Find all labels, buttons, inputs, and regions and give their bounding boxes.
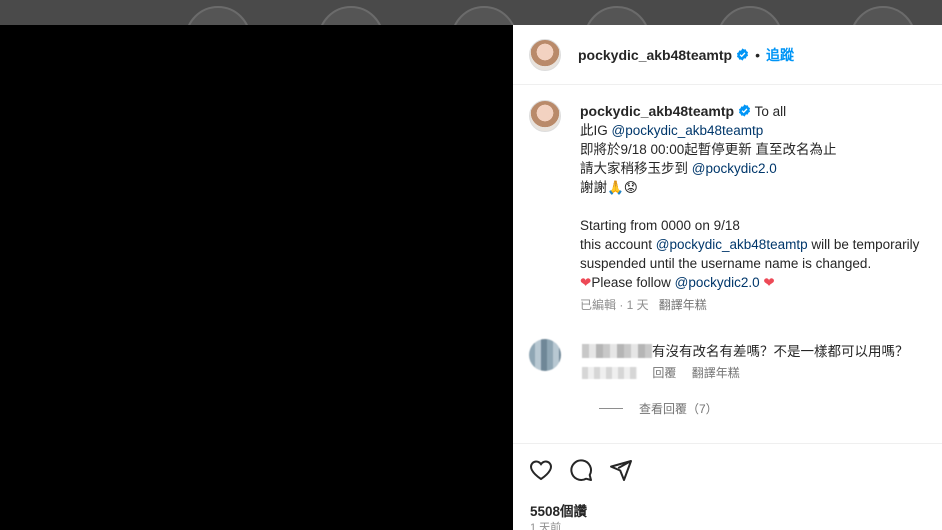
verified-badge-icon — [737, 48, 749, 61]
caption-line: 請大家稍移玉步到 — [580, 161, 692, 176]
reply-button[interactable]: 回覆 — [652, 366, 676, 380]
caption-text: pockydic_akb48teamtp To all 此IG @pockydi… — [580, 102, 930, 315]
action-icons — [529, 458, 633, 482]
caption-line: 此IG — [580, 123, 612, 138]
comment-username[interactable] — [582, 344, 652, 358]
story-thumbnail — [717, 6, 783, 25]
comment-icon[interactable] — [569, 458, 593, 482]
view-replies-button[interactable]: 查看回覆（7） — [599, 400, 718, 417]
verified-badge-icon — [739, 104, 751, 117]
mention-link[interactable]: @pockydic2.0 — [692, 161, 777, 176]
view-replies-label: 查看回覆（7） — [639, 402, 718, 416]
caption-line: will be temporarily — [807, 237, 920, 252]
heart-emoji: ❤ — [763, 275, 775, 290]
background-feed-strip — [0, 0, 942, 25]
story-thumbnail — [850, 6, 916, 25]
follow-button[interactable]: 追蹤 — [766, 45, 794, 65]
mention-link[interactable]: @pockydic2.0 — [675, 275, 760, 290]
edited-label: 已編輯 · 1 天 — [580, 298, 649, 312]
story-thumbnail — [584, 6, 650, 25]
mention-link[interactable]: @pockydic_akb48teamtp — [656, 237, 808, 252]
avatar[interactable] — [529, 339, 561, 371]
translate-button[interactable]: 翻譯年糕 — [659, 298, 707, 312]
like-count[interactable]: 5508個讚 — [530, 500, 587, 520]
caption-line: this account — [580, 237, 656, 252]
caption-line: Starting from 0000 on 9/18 — [580, 218, 740, 233]
action-bar: 5508個讚 1 天前 — [513, 443, 942, 530]
comment-time — [582, 367, 637, 379]
avatar[interactable] — [529, 38, 561, 71]
post-side-panel: pockydic_akb48teamtp • 追蹤 pockydic_akb48… — [513, 25, 942, 530]
story-thumbnail — [318, 6, 384, 25]
translate-button[interactable]: 翻譯年糕 — [692, 366, 740, 380]
caption-line: To all — [751, 104, 787, 119]
heart-emoji: ❤ — [580, 275, 592, 290]
avatar[interactable] — [529, 100, 561, 132]
emoji: 🙏😟 — [607, 180, 638, 195]
share-icon[interactable] — [609, 458, 633, 482]
comment-body: 有沒有改名有差嗎？不是一樣都可以用嗎？ — [652, 344, 909, 359]
username-link[interactable]: pockydic_akb48teamtp — [578, 47, 732, 63]
caption-line: 謝謝 — [580, 180, 607, 195]
post-header: pockydic_akb48teamtp • 追蹤 — [513, 25, 942, 85]
caption-username[interactable]: pockydic_akb48teamtp — [580, 103, 734, 119]
caption-meta: 已編輯 · 1 天翻譯年糕 — [580, 296, 930, 315]
story-thumbnail — [185, 6, 251, 25]
caption-line: 即將於9/18 00:00起暫停更新 直至改名為止 — [580, 142, 837, 157]
post-media[interactable] — [0, 25, 513, 530]
caption-line: Please follow — [591, 275, 675, 290]
comment-text: 有沒有改名有差嗎？不是一樣都可以用嗎？ — [582, 340, 909, 360]
story-thumbnail — [451, 6, 517, 25]
caption-line: suspended until the username name is cha… — [580, 256, 872, 271]
post-time: 1 天前 — [530, 522, 562, 530]
mention-link[interactable]: @pockydic_akb48teamtp — [612, 123, 764, 138]
separator-dot: • — [755, 46, 760, 63]
comment-meta: 回覆 翻譯年糕 — [582, 364, 752, 381]
divider — [599, 408, 623, 409]
heart-icon[interactable] — [529, 458, 553, 482]
